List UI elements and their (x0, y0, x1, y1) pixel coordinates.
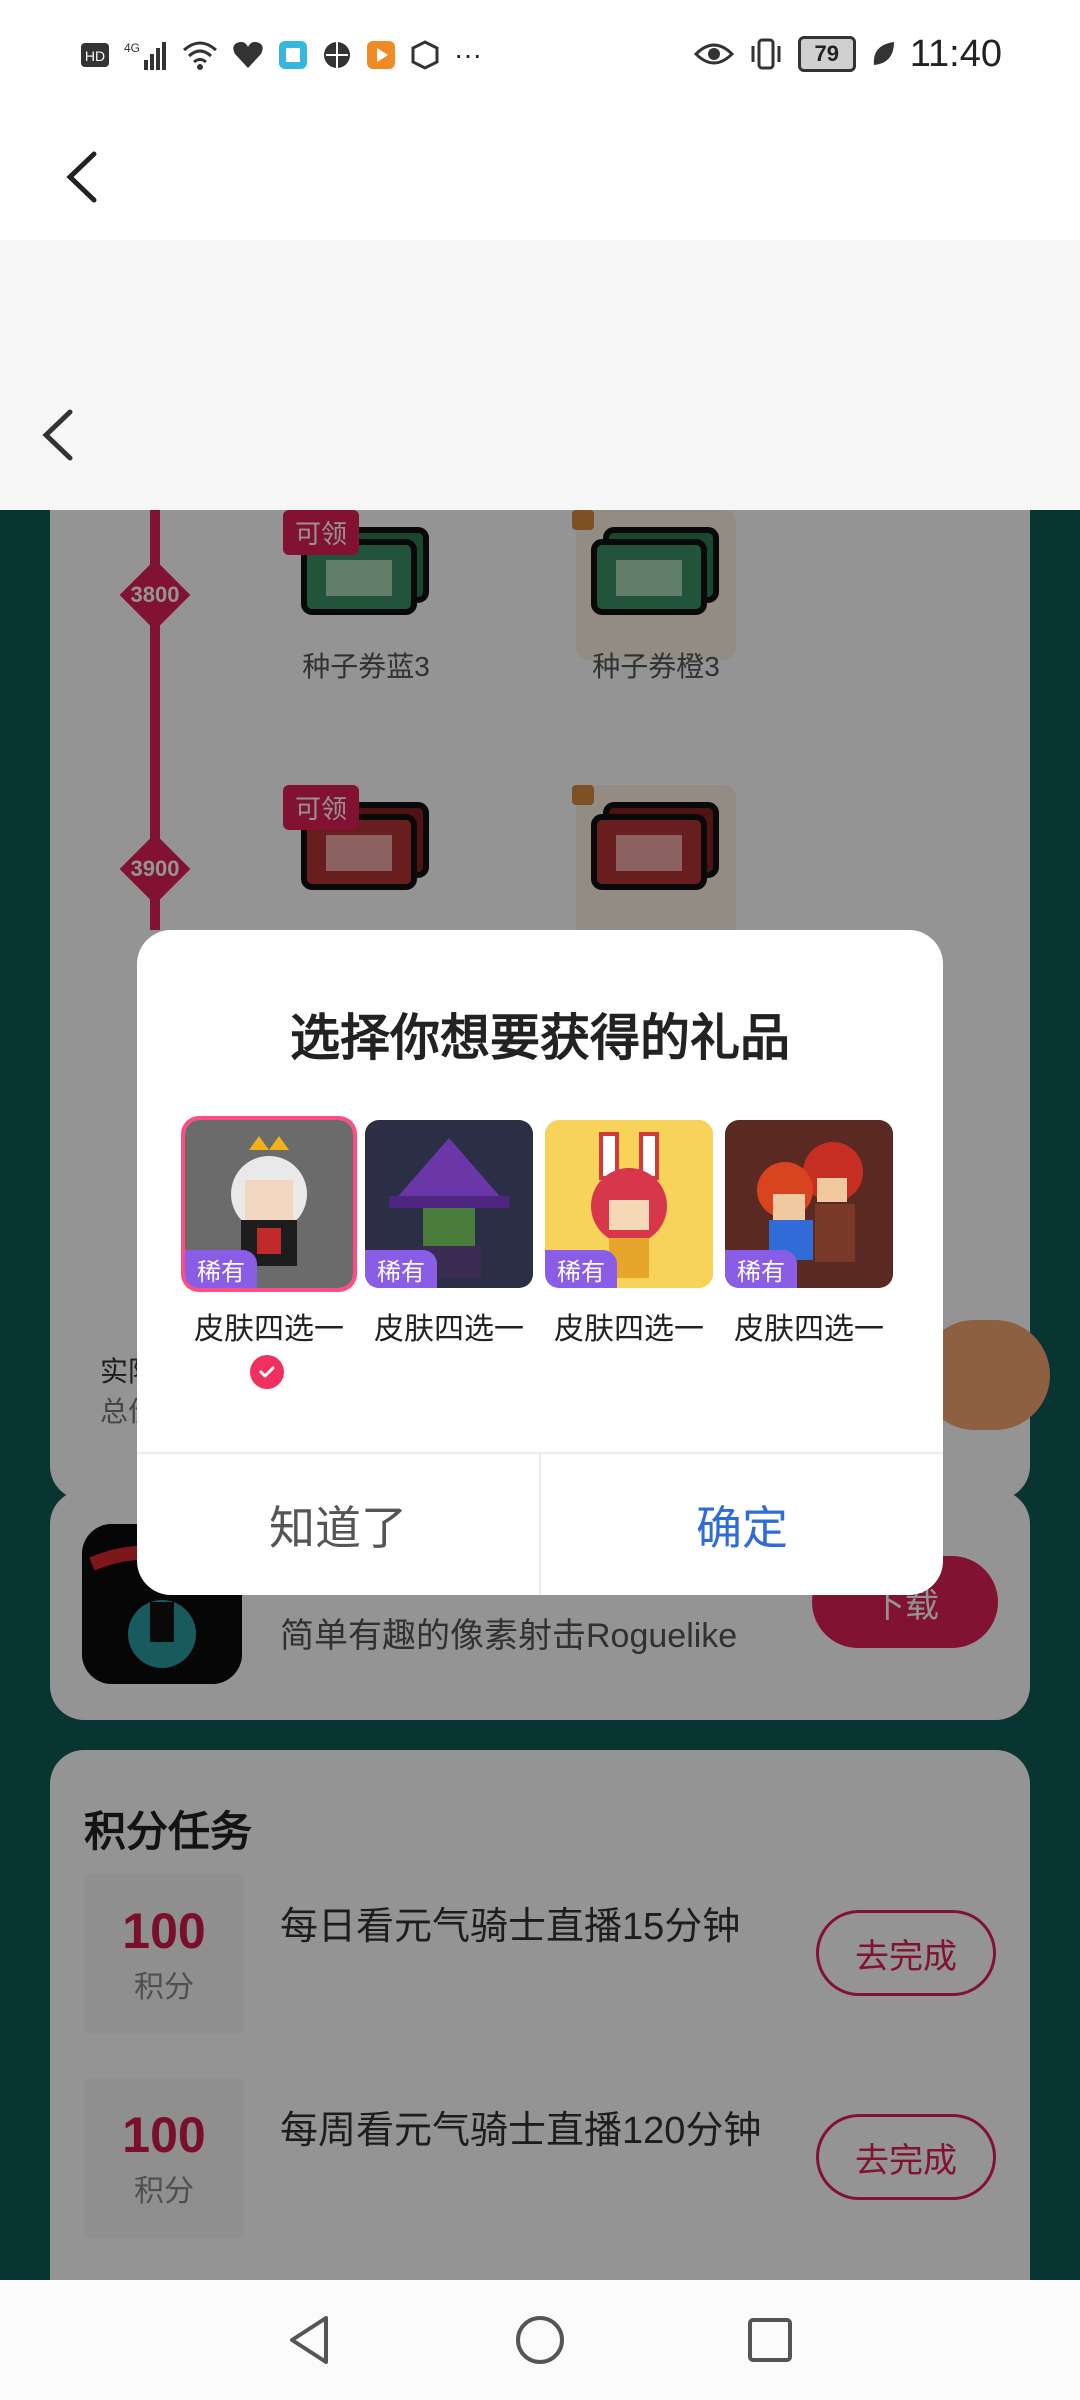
health-icon (232, 40, 264, 70)
app-icon-4 (410, 40, 440, 70)
status-time: 11:40 (909, 32, 1002, 75)
app-icon-2 (322, 40, 352, 70)
vibrate-icon (748, 36, 784, 72)
gift-image: 稀有 (185, 1120, 353, 1288)
more-icon: ··· (454, 39, 482, 70)
app-icon-1 (278, 40, 308, 70)
leaf-icon (870, 39, 896, 69)
status-left-icons: HD 4G ··· (80, 34, 482, 76)
system-nav-bar (0, 2280, 1080, 2400)
status-right-icons: 79 11:40 (693, 28, 1002, 80)
svg-text:HD: HD (85, 48, 105, 64)
gift-image: 稀有 (725, 1120, 893, 1288)
dialog-cancel-button[interactable]: 知道了 (137, 1454, 539, 1595)
web-header (0, 240, 1080, 510)
rare-tag: 稀有 (365, 1250, 437, 1288)
dialog-confirm-button[interactable]: 确定 (541, 1454, 943, 1595)
app-top-nav (0, 110, 1080, 240)
svg-text:4G: 4G (124, 41, 140, 55)
gift-image: 稀有 (545, 1120, 713, 1288)
status-bar: HD 4G ··· 79 11:40 (0, 0, 1080, 110)
dialog-title: 选择你想要获得的礼品 (290, 1010, 790, 1066)
gift-option[interactable]: 稀有 皮肤四选一 (185, 1120, 353, 1348)
signal-4g-icon: 4G (124, 38, 168, 72)
gift-label: 皮肤四选一 (554, 1313, 704, 1346)
triangle-back-icon (290, 2316, 328, 2364)
wifi-icon (182, 40, 218, 70)
gift-option[interactable]: 稀有 皮肤四选一 (545, 1120, 713, 1348)
back-arrow-icon (42, 409, 73, 461)
nav-recents-button[interactable] (740, 2310, 800, 2370)
eye-icon (693, 40, 734, 68)
gift-option[interactable]: 稀有 皮肤四选一 (725, 1120, 893, 1348)
nav-back-button[interactable] (280, 2310, 340, 2370)
gift-label: 皮肤四选一 (374, 1313, 524, 1346)
rare-tag: 稀有 (185, 1250, 257, 1288)
gift-image: 稀有 (365, 1120, 533, 1288)
back-arrow-icon (66, 151, 97, 203)
selected-check-icon (250, 1355, 284, 1389)
rare-tag: 稀有 (725, 1250, 797, 1288)
gift-select-dialog: 选择你想要获得的礼品 稀有 皮肤四选一 稀有 皮肤四选一 稀有 皮肤四选一 稀有… (137, 930, 943, 1595)
back-button[interactable] (50, 142, 120, 212)
square-recents-icon (748, 2318, 792, 2362)
app-icon-3 (366, 40, 396, 70)
webview-back-button[interactable] (30, 400, 90, 470)
rare-tag: 稀有 (545, 1250, 617, 1288)
gift-label: 皮肤四选一 (734, 1313, 884, 1346)
hd-icon: HD (80, 40, 110, 70)
circle-home-icon (516, 2316, 564, 2364)
nav-home-button[interactable] (510, 2310, 570, 2370)
gift-option[interactable]: 稀有 皮肤四选一 (365, 1120, 533, 1348)
gift-label: 皮肤四选一 (194, 1313, 344, 1346)
battery-indicator: 79 (797, 36, 856, 72)
